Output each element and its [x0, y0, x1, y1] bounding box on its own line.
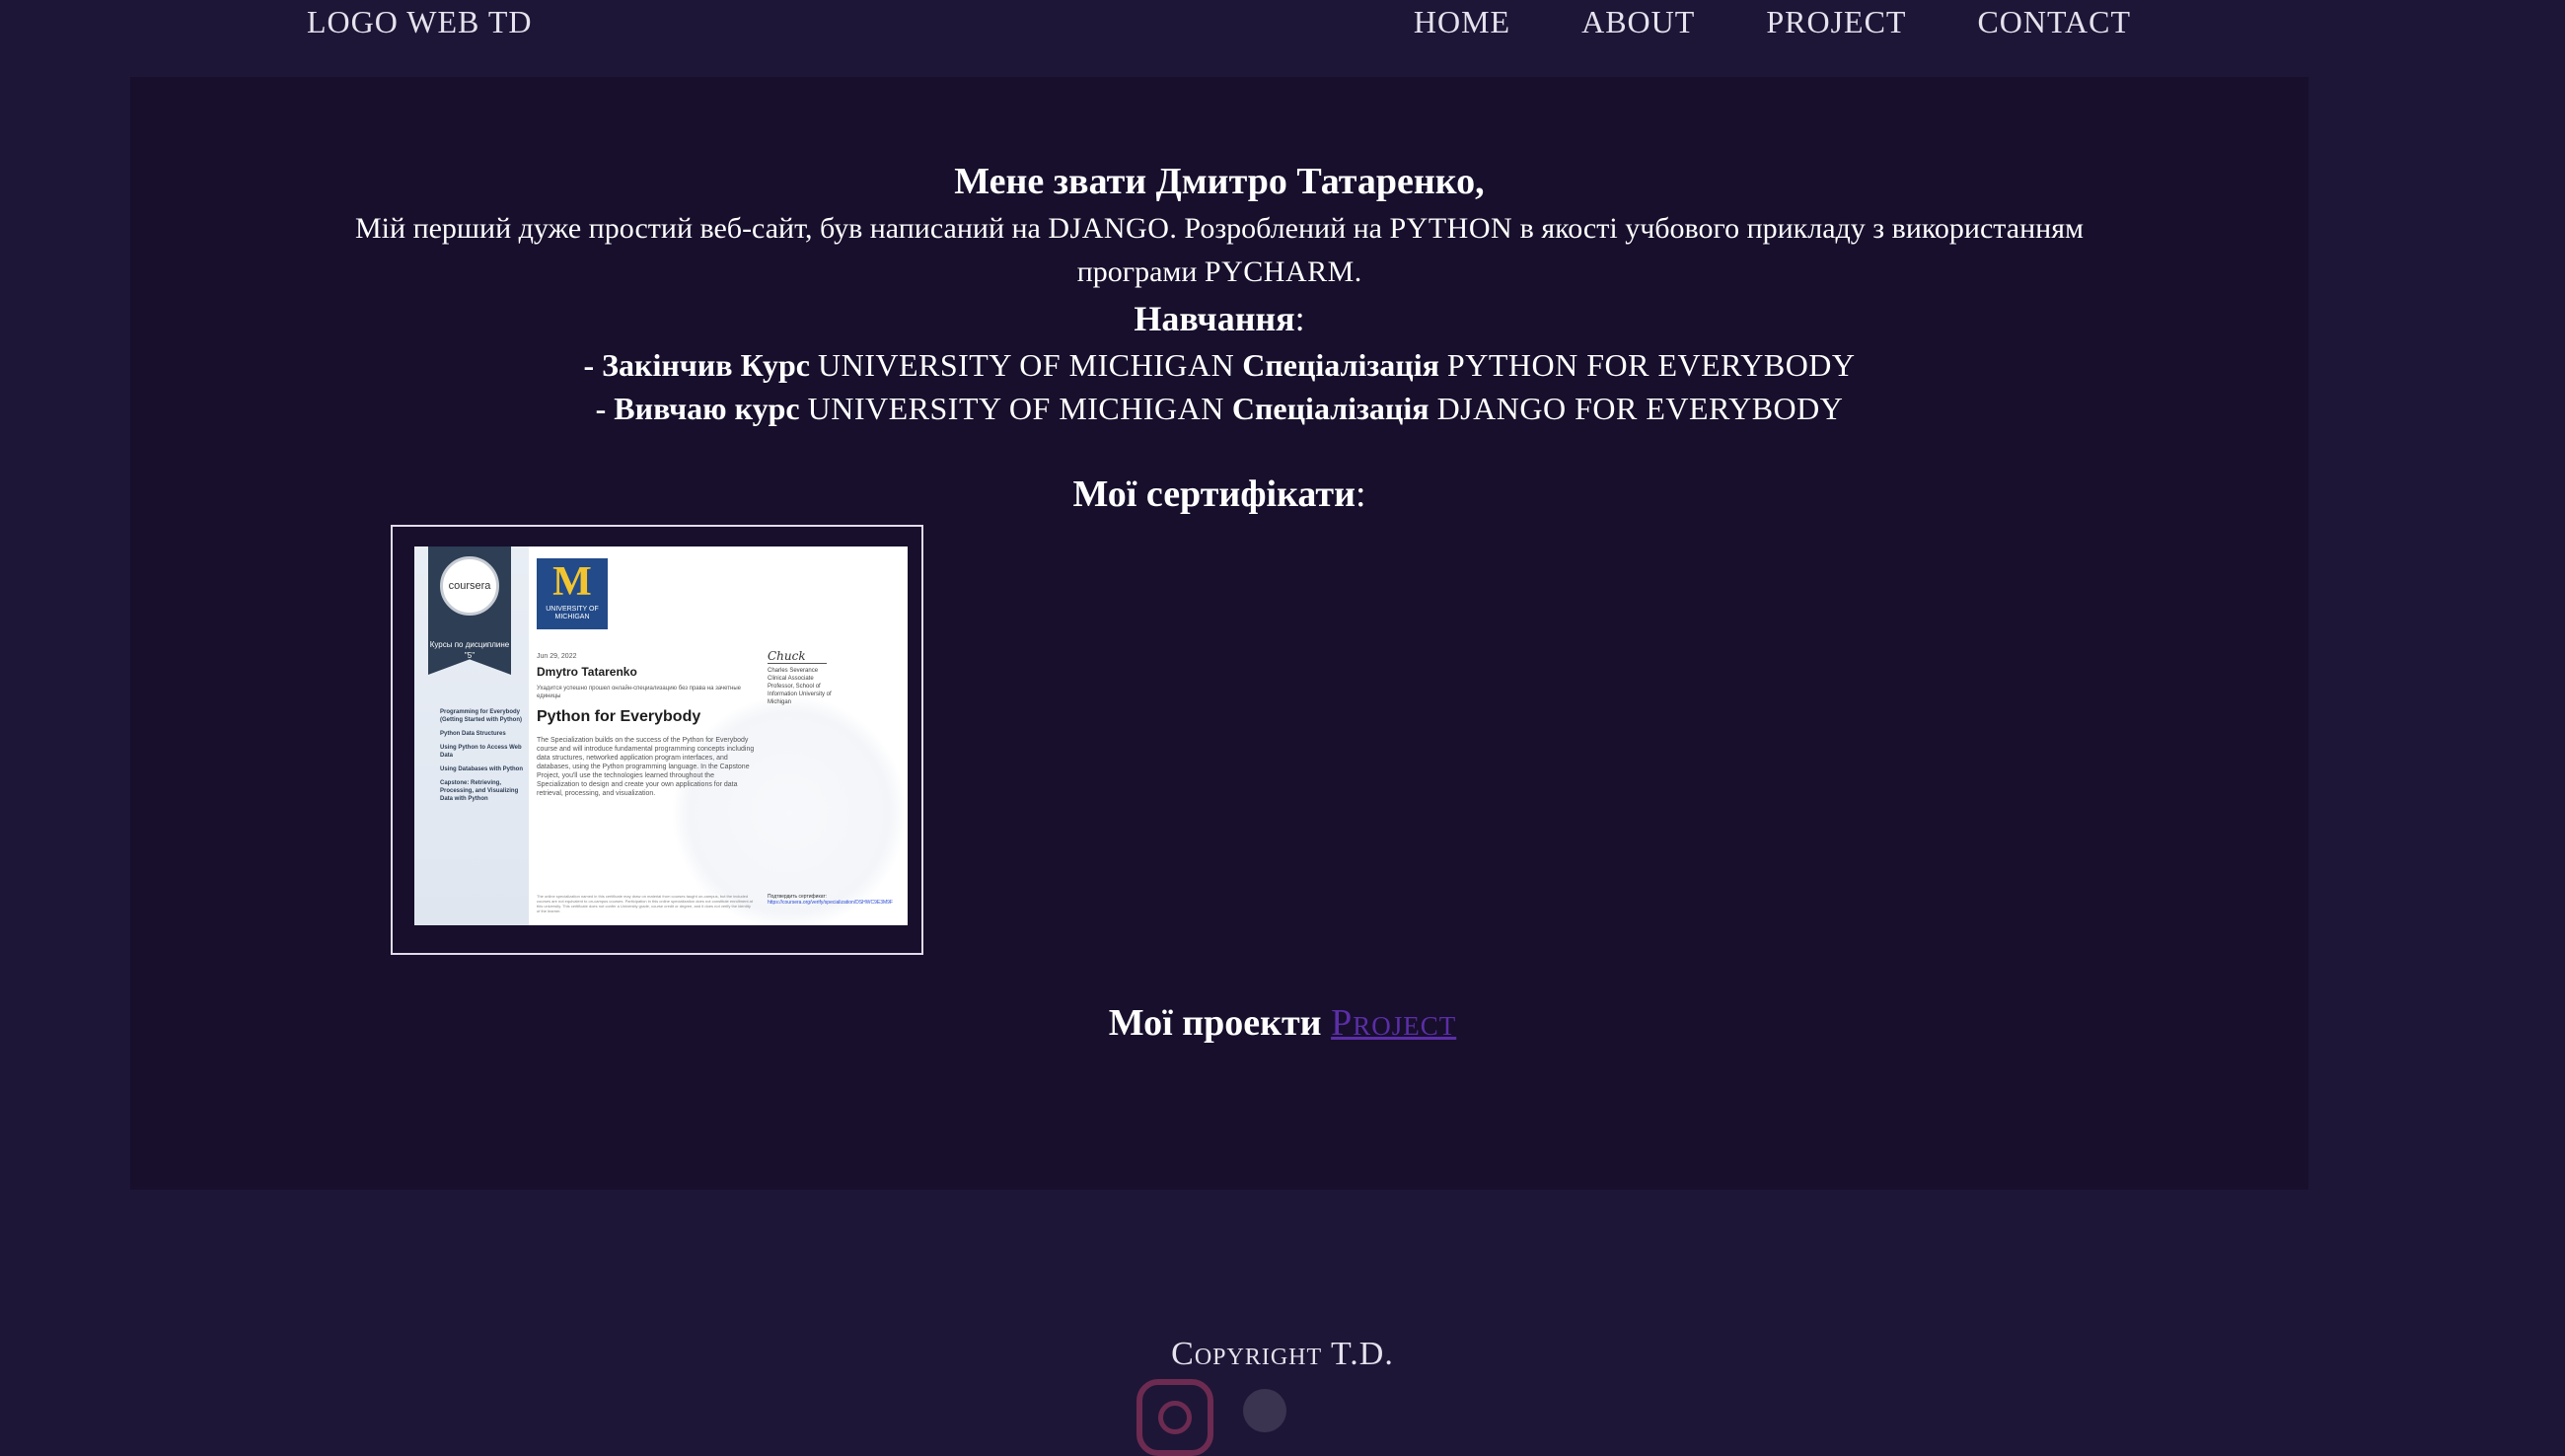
cert-watermark [671, 694, 908, 925]
projects-section: Мої проекти Project [0, 996, 2565, 1050]
site-description: Мій перший дуже простий веб-сайт, був на… [130, 207, 2308, 294]
cert-course-list: Programming for Everybody (Getting Start… [440, 708, 525, 809]
cert-date: Jun 29, 2022 [537, 653, 577, 660]
desc-text-1: Мій перший дуже простий веб-сайт, був на… [355, 212, 1049, 245]
course2-prefix: - Вивчаю курс [595, 391, 808, 426]
course1-name: PYTHON FOR EVERYBODY [1446, 347, 1856, 383]
nav-links: HOME ABOUT PROJECT CONTACT [1414, 4, 2131, 40]
cert-course-item: Using Python to Access Web Data [440, 745, 522, 759]
nav-link-about[interactable]: ABOUT [1581, 4, 1695, 40]
desc-end: . [1354, 255, 1362, 288]
copyright-text: Copyright T.D. [1171, 1336, 1394, 1372]
certificates-title-text: Мої сертифікати [1072, 473, 1356, 515]
nav-link-project[interactable]: PROJECT [1766, 4, 1906, 40]
cert-course-title: Python for Everybody [537, 708, 701, 725]
certificate-frame: coursera Курсы по дисциплине "5" Program… [391, 525, 923, 955]
logo-text: UNIVERSITY OF MICHIGAN [546, 606, 599, 620]
cert-body-text: The Specialization builds on the success… [537, 737, 755, 797]
course2-spec-label: Спеціалізація [1223, 391, 1437, 426]
certificate-image[interactable]: coursera Курсы по дисциплине "5" Program… [414, 546, 908, 925]
study-title-text: Навчання [1134, 299, 1295, 338]
cert-course-item: Python Data Structures [440, 731, 506, 737]
intro-section: Мене звати Дмитро Татаренко, Мій перший … [130, 156, 2308, 430]
name-heading: Мене звати Дмитро Татаренко, [954, 161, 1485, 202]
cert-verify-link[interactable]: https://coursera.org/verify/specializati… [768, 900, 893, 906]
cert-signer: Charles Severance Clinical Associate Pro… [768, 668, 832, 705]
course2-university: UNIVERSITY OF MICHIGAN [807, 391, 1224, 426]
cert-signature: Chuck [768, 649, 827, 664]
study-heading: Навчання: [130, 294, 2308, 343]
cert-person-name: Dmytro Tatarenko [537, 665, 637, 679]
university-michigan-logo: M UNIVERSITY OF MICHIGAN [537, 558, 608, 629]
coursera-seal: coursera [440, 556, 499, 616]
course1-prefix: - Закінчив Курс [583, 347, 818, 383]
instagram-icon[interactable] [1136, 1379, 1213, 1456]
cert-footer-text: The online specialization named in this … [537, 894, 754, 913]
cert-signature-block: Chuck Charles Severance Clinical Associa… [768, 649, 837, 706]
social-icon[interactable] [1243, 1389, 1286, 1432]
course1-university: UNIVERSITY OF MICHIGAN [817, 347, 1235, 383]
logo-letter: M [552, 559, 592, 605]
projects-link[interactable]: Project [1331, 1002, 1456, 1044]
cert-course-item: Capstone: Retrieving, Processing, and Vi… [440, 780, 519, 802]
certificates-colon: : [1356, 473, 1366, 515]
course-item-studying: - Вивчаю курс UNIVERSITY OF MICHIGAN Спе… [130, 387, 2308, 430]
study-colon: : [1294, 299, 1305, 338]
cert-course-item: Using Databases with Python [440, 766, 524, 772]
cert-course-item: Programming for Everybody (Getting Start… [440, 709, 522, 723]
certificates-heading: Мої сертифікати: [130, 470, 2308, 519]
nav-link-home[interactable]: HOME [1414, 4, 1510, 40]
cert-subtitle: Ухадится успешно прошел онлайн-специализ… [537, 686, 741, 699]
projects-label: Мої проекти [1108, 1002, 1322, 1044]
site-logo[interactable]: LOGO WEB TD [307, 4, 532, 40]
desc-text-2: . Розроблений на [1169, 212, 1390, 245]
desc-python: PYTHON [1389, 212, 1513, 245]
course-item-completed: - Закінчив Курс UNIVERSITY OF MICHIGAN С… [130, 343, 2308, 387]
desc-pycharm: PYCHARM [1204, 255, 1355, 288]
cert-ribbon-text: Курсы по дисциплине "5" [429, 640, 510, 660]
navbar: LOGO WEB TD HOME ABOUT PROJECT CONTACT [0, 0, 2565, 51]
desc-django: DJANGO [1048, 212, 1170, 245]
course1-spec-label: Спеціалізація [1234, 347, 1447, 383]
nav-link-contact[interactable]: CONTACT [1977, 4, 2131, 40]
cert-verify-block: Подтвердить сертификат: https://coursera… [768, 894, 893, 906]
course2-name: DJANGO FOR EVERYBODY [1436, 391, 1844, 426]
